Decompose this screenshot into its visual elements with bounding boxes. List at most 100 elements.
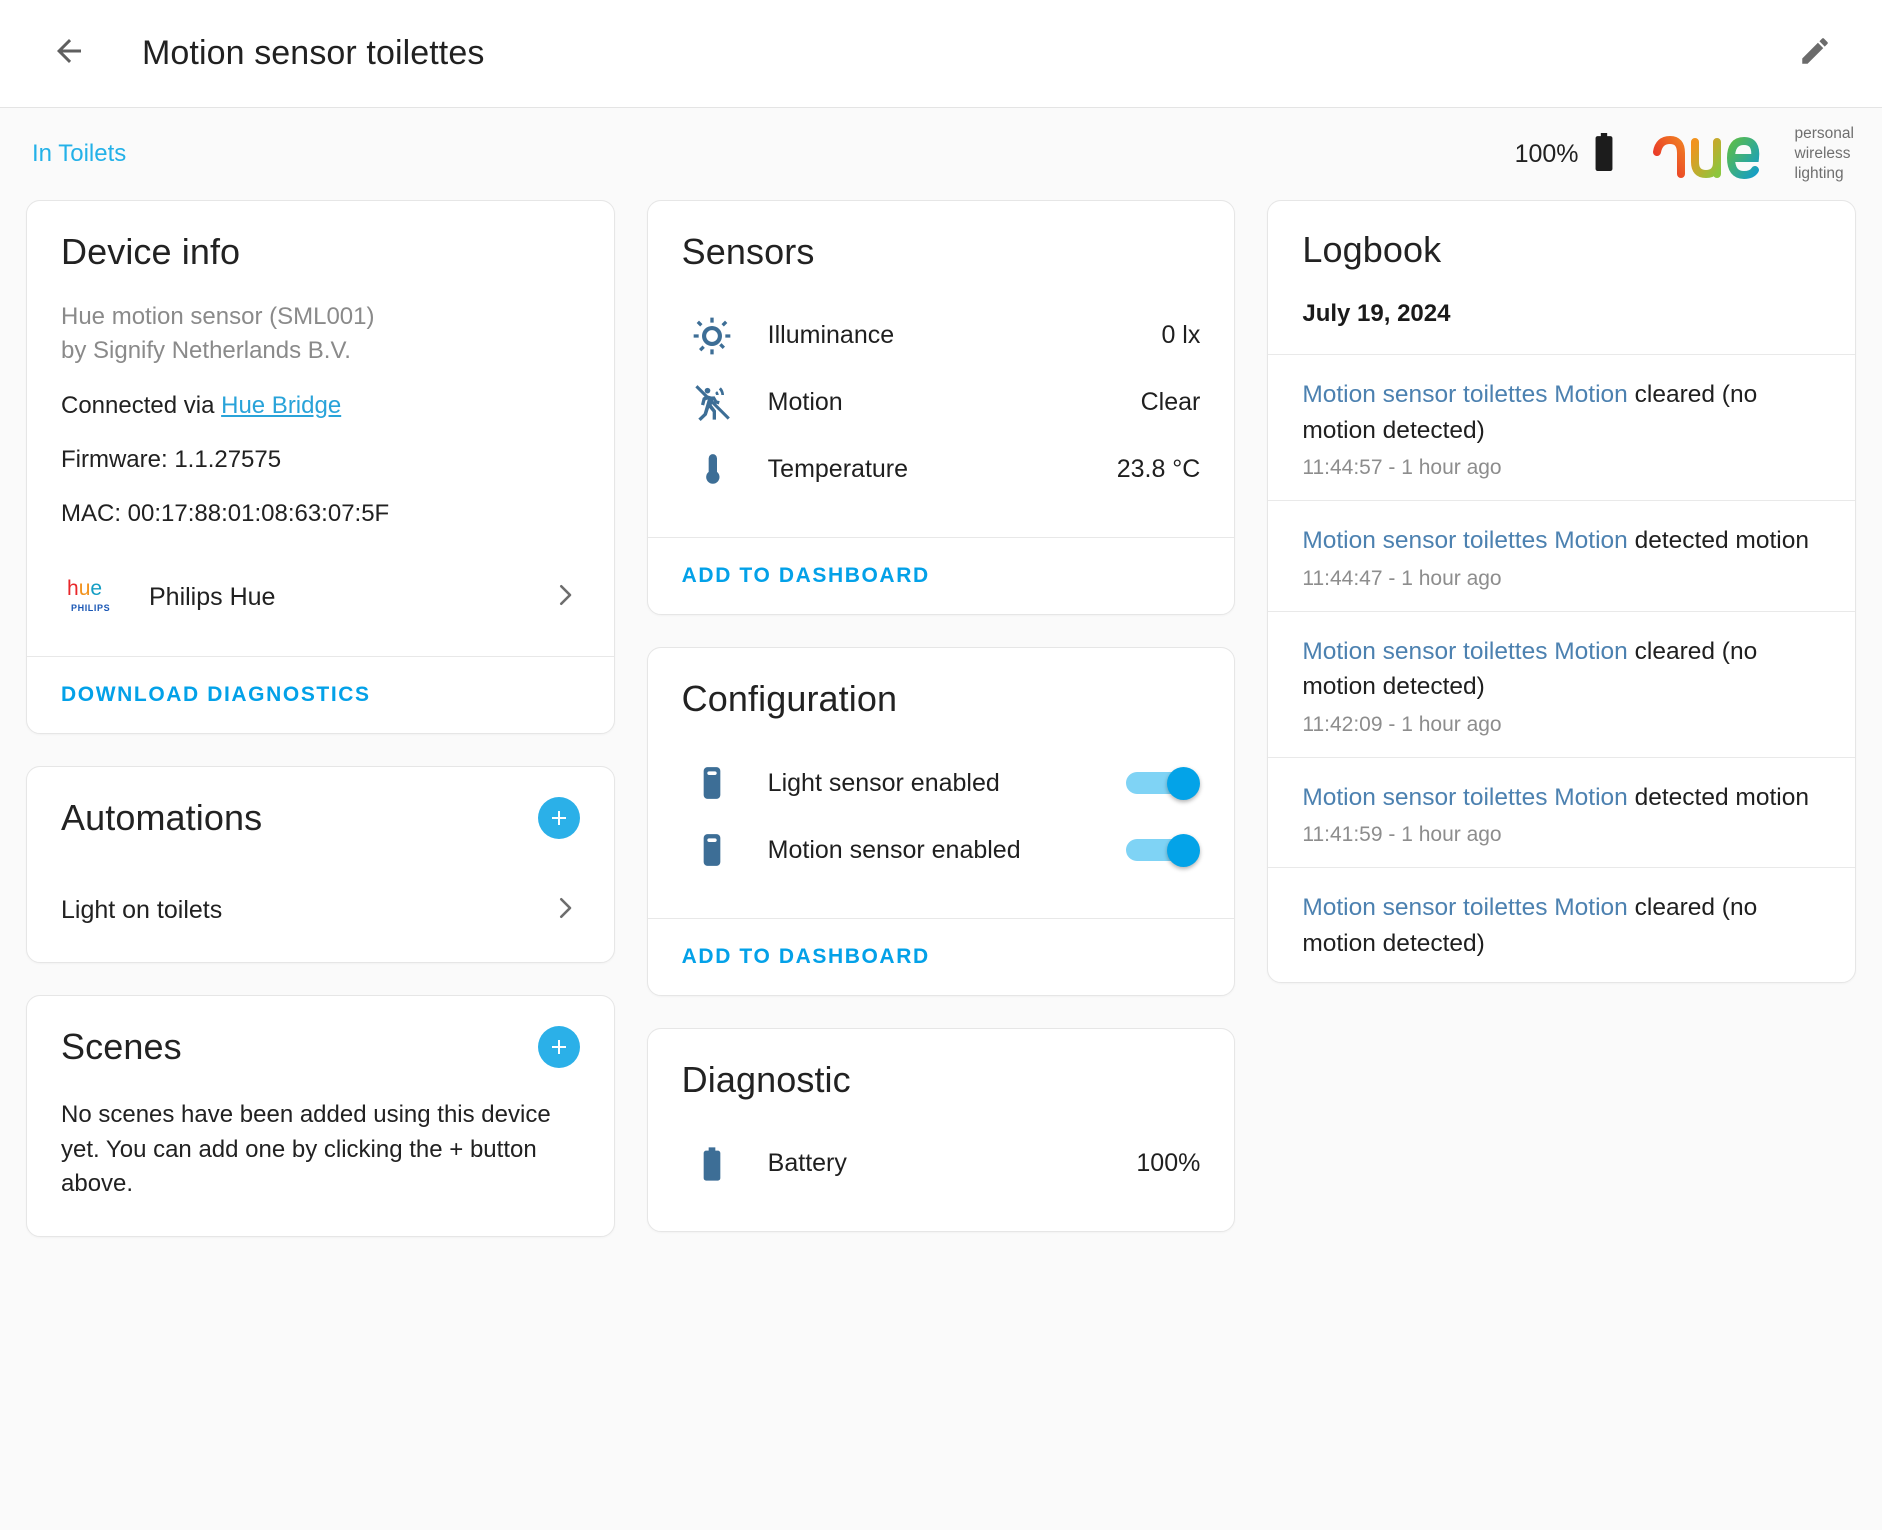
sensor-label: Motion — [768, 388, 843, 417]
logbook-card: Logbook July 19, 2024 Motion sensor toil… — [1267, 200, 1856, 983]
device-info-card: Device info Hue motion sensor (SML001) b… — [26, 200, 615, 734]
sub-header: In Toilets 100% — [0, 108, 1882, 200]
diagnostic-list: Battery 100% — [682, 1130, 1201, 1197]
logbook-entity-link[interactable]: Motion sensor toilettes Motion — [1302, 894, 1627, 921]
hue-tagline-line3: lighting — [1795, 165, 1844, 182]
configuration-actions: ADD TO DASHBOARD — [648, 918, 1235, 995]
scenes-card: Scenes No scenes have been added using t… — [26, 995, 615, 1237]
diagnostic-title: Diagnostic — [682, 1059, 1201, 1100]
app-bar: Motion sensor toilettes — [0, 0, 1882, 108]
configuration-list: Light sensor enabled Motion sensor enabl… — [682, 750, 1201, 884]
device-manufacturer: by Signify Netherlands B.V. — [61, 337, 351, 364]
list-item[interactable]: Light on toilets — [61, 893, 580, 928]
device-firmware: Firmware: 1.1.27575 — [61, 443, 580, 477]
light-sensor-toggle[interactable] — [1126, 767, 1200, 799]
logbook-entry-time: 11:42:09 - 1 hour ago — [1302, 713, 1821, 737]
sensor-row-illuminance[interactable]: Illuminance 0 lx — [682, 302, 1201, 369]
logbook-entity-link[interactable]: Motion sensor toilettes Motion — [1302, 381, 1627, 408]
add-automation-button[interactable] — [538, 797, 580, 839]
sensor-label: Temperature — [768, 455, 908, 484]
toggle-thumb — [1167, 834, 1200, 867]
device-model-manufacturer: Hue motion sensor (SML001) by Signify Ne… — [61, 300, 580, 368]
integration-row-philips-hue[interactable]: hue PHILIPS Philips Hue — [61, 573, 580, 622]
download-diagnostics-button[interactable]: DOWNLOAD DIAGNOSTICS — [61, 683, 371, 707]
logbook-entity-link[interactable]: Motion sensor toilettes Motion — [1302, 638, 1627, 665]
scenes-empty-message: No scenes have been added using this dev… — [61, 1098, 580, 1202]
logbook-entry-time: 11:44:57 - 1 hour ago — [1302, 456, 1821, 480]
logbook-entry-message: detected motion — [1628, 527, 1809, 554]
page-title: Motion sensor toilettes — [142, 34, 484, 73]
motion-sensor-toggle[interactable] — [1126, 834, 1200, 866]
diagnostic-body: Diagnostic Battery 100% — [648, 1029, 1235, 1231]
config-label: Motion sensor enabled — [768, 836, 1021, 865]
configuration-card: Configuration Light sensor enabled — [647, 647, 1236, 995]
arrow-left-icon — [51, 33, 87, 74]
logbook-date: July 19, 2024 — [1302, 300, 1821, 328]
battery-icon — [682, 1144, 742, 1184]
scenes-body: Scenes No scenes have been added using t… — [27, 996, 614, 1236]
battery-percent-label: 100% — [1515, 140, 1579, 169]
sensors-card: Sensors Illuminance 0 lx — [647, 200, 1236, 615]
configuration-body: Configuration Light sensor enabled — [648, 648, 1235, 917]
logbook-entity-link[interactable]: Motion sensor toilettes Motion — [1302, 527, 1627, 554]
automation-name: Light on toilets — [61, 896, 222, 925]
svg-text:hue: hue — [67, 577, 102, 600]
column-middle: Sensors Illuminance 0 lx — [647, 200, 1236, 1232]
logbook-header: Logbook July 19, 2024 — [1268, 201, 1855, 354]
diagnostic-label: Battery — [768, 1149, 847, 1178]
diagnostic-row-battery[interactable]: Battery 100% — [682, 1130, 1201, 1197]
logbook-entry-time: 11:44:47 - 1 hour ago — [1302, 567, 1821, 591]
hue-tagline-line1: personal — [1795, 125, 1854, 142]
connected-via-prefix: Connected via — [61, 392, 221, 419]
battery-status: 100% — [1515, 133, 1617, 176]
column-left: Device info Hue motion sensor (SML001) b… — [26, 200, 615, 1237]
logbook-entry-text: Motion sensor toilettes Motion cleared (… — [1302, 634, 1821, 705]
add-scene-button[interactable] — [538, 1026, 580, 1068]
config-row-motion-sensor[interactable]: Motion sensor enabled — [682, 817, 1201, 884]
logbook-entry-text: Motion sensor toilettes Motion detected … — [1302, 523, 1821, 559]
back-button[interactable] — [40, 25, 98, 83]
sensors-body: Sensors Illuminance 0 lx — [648, 201, 1235, 537]
logbook-entry-message: detected motion — [1628, 784, 1809, 811]
hue-bridge-link[interactable]: Hue Bridge — [221, 392, 341, 419]
logbook-title: Logbook — [1302, 229, 1821, 270]
sensors-actions: ADD TO DASHBOARD — [648, 537, 1235, 614]
chevron-right-icon — [550, 893, 580, 928]
edit-device-button[interactable] — [1786, 25, 1844, 83]
integration-name: Philips Hue — [149, 583, 275, 612]
logbook-entry-text: Motion sensor toilettes Motion cleared (… — [1302, 890, 1821, 961]
sensors-list: Illuminance 0 lx Motion — [682, 302, 1201, 503]
plus-icon — [547, 806, 571, 830]
remote-icon — [682, 763, 742, 803]
scenes-title: Scenes — [61, 1026, 182, 1067]
diagnostic-value: 100% — [1136, 1149, 1200, 1178]
logbook-entity-link[interactable]: Motion sensor toilettes Motion — [1302, 784, 1627, 811]
philips-hue-logo-icon: hue PHILIPS — [61, 573, 123, 622]
area-link[interactable]: In Toilets — [32, 140, 126, 168]
sensor-value: 23.8 °C — [1117, 455, 1201, 484]
device-model: Hue motion sensor (SML001) — [61, 303, 374, 330]
sensor-row-temperature[interactable]: Temperature 23.8 °C — [682, 436, 1201, 503]
chevron-right-icon — [550, 580, 580, 615]
sensors-add-to-dashboard-button[interactable]: ADD TO DASHBOARD — [682, 564, 930, 588]
logbook-entry: Motion sensor toilettes Motion cleared (… — [1268, 867, 1855, 981]
toggle-thumb — [1167, 767, 1200, 800]
automations-title: Automations — [61, 797, 262, 838]
motion-sensor-off-icon — [682, 383, 742, 423]
hue-wordmark — [1651, 124, 1779, 185]
pencil-icon — [1798, 34, 1832, 73]
plus-icon — [547, 1035, 571, 1059]
remote-icon — [682, 830, 742, 870]
automations-header: Automations — [61, 797, 580, 839]
logbook-entry: Motion sensor toilettes Motion detected … — [1268, 757, 1855, 868]
configuration-add-to-dashboard-button[interactable]: ADD TO DASHBOARD — [682, 945, 930, 969]
config-label: Light sensor enabled — [768, 769, 1000, 798]
thermometer-icon — [682, 450, 742, 490]
scenes-header: Scenes — [61, 1026, 580, 1068]
logbook-entry: Motion sensor toilettes Motion detected … — [1268, 500, 1855, 611]
device-info-title: Device info — [61, 231, 580, 272]
sensor-row-motion[interactable]: Motion Clear — [682, 369, 1201, 436]
config-row-light-sensor[interactable]: Light sensor enabled — [682, 750, 1201, 817]
device-connected-via: Connected via Hue Bridge — [61, 389, 580, 423]
logbook-entry-text: Motion sensor toilettes Motion detected … — [1302, 780, 1821, 816]
